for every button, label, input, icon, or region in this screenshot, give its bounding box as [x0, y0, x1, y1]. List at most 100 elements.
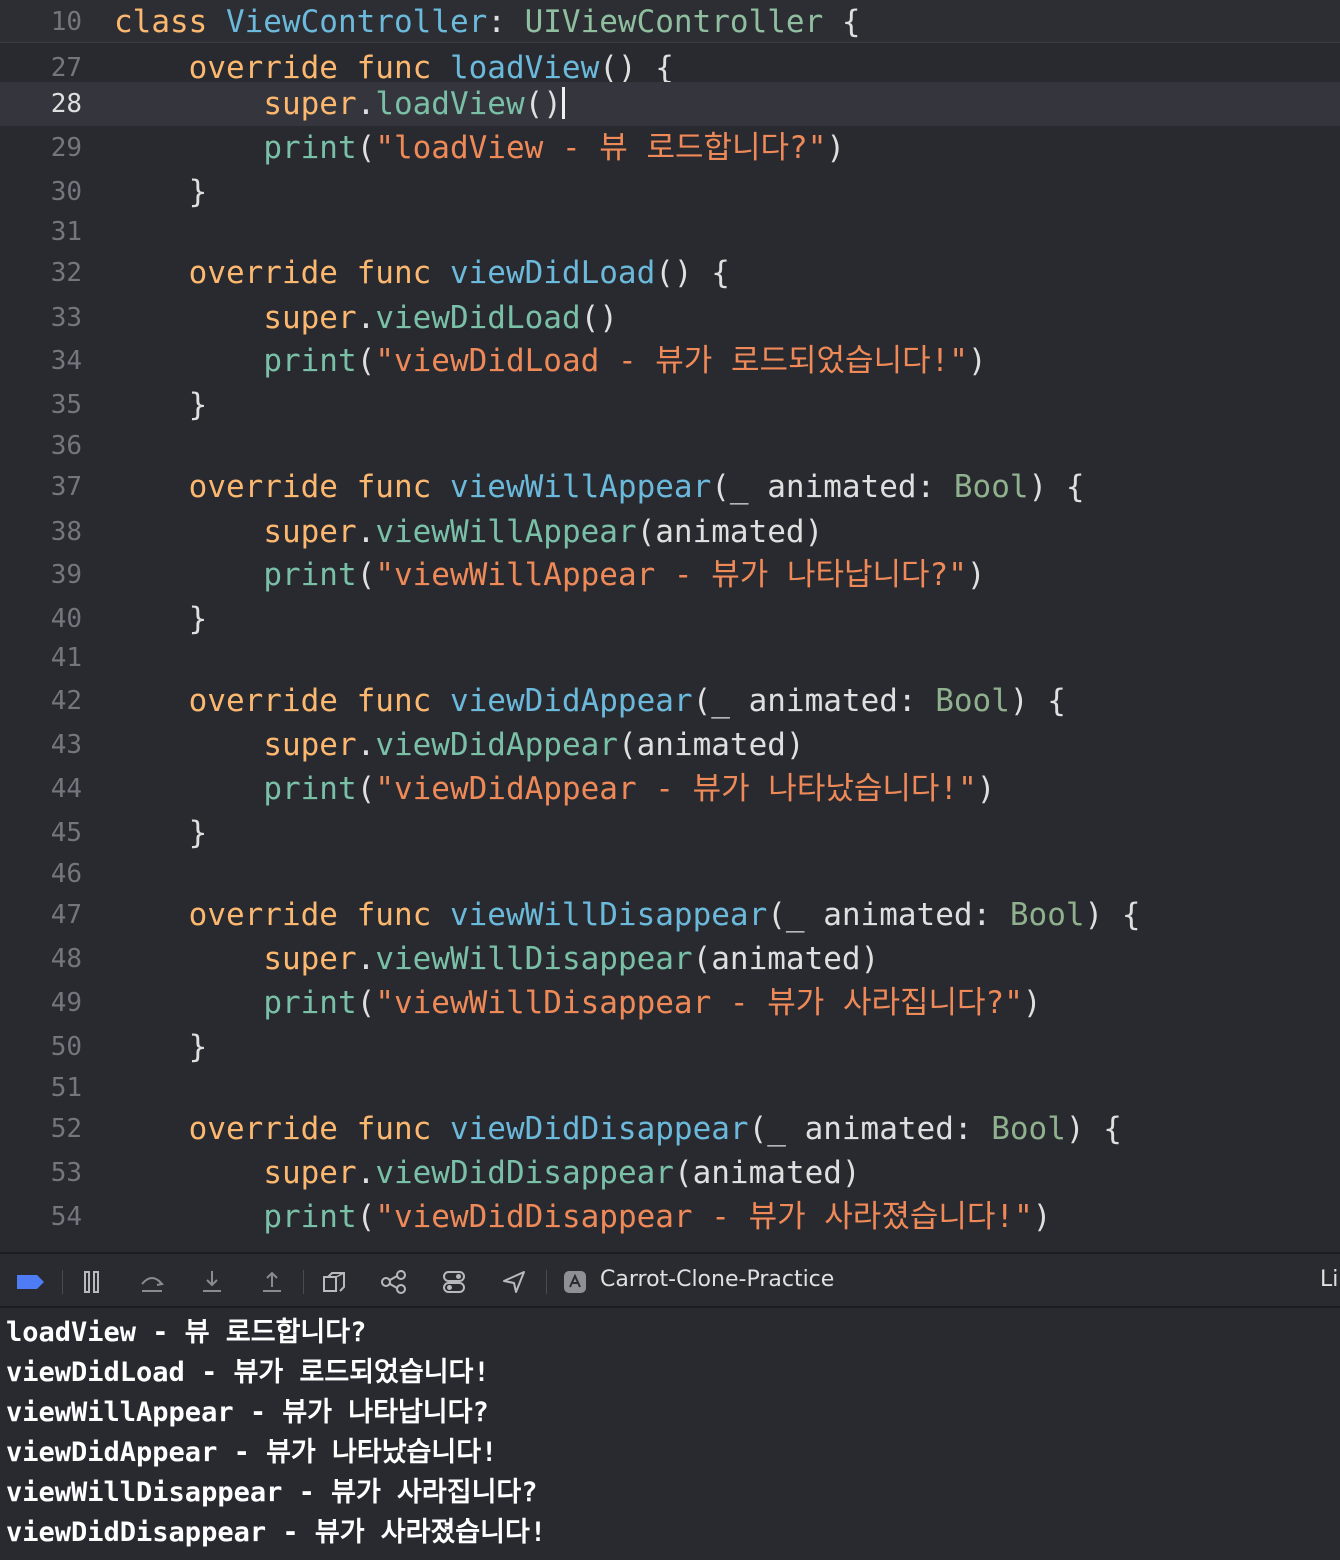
code-token: viewWillDisappear [449, 897, 768, 933]
code-line[interactable]: 44 print("viewDidAppear - 뷰가 나타났습니다!") [0, 767, 1340, 811]
code-editor[interactable]: 10 class ViewController: UIViewController… [0, 0, 1340, 1252]
code-token: "viewWillAppear - 뷰가 나타납니다?" [375, 557, 967, 593]
line-number[interactable]: 35 [0, 383, 82, 427]
text-cursor [561, 87, 565, 119]
code-token: super [263, 300, 357, 336]
code-line[interactable]: 36 [0, 424, 1340, 468]
environment-overrides-icon[interactable] [440, 1268, 468, 1296]
location-icon[interactable] [500, 1268, 528, 1296]
line-number[interactable]: 48 [0, 937, 82, 981]
line-number[interactable]: 10 [0, 0, 82, 44]
step-out-icon[interactable] [258, 1268, 286, 1296]
code-line[interactable]: 52 override func viewDidDisappear(_ anim… [0, 1107, 1340, 1151]
code-line[interactable]: 50 } [0, 1025, 1340, 1069]
code-token: super [263, 1155, 357, 1191]
breakpoint-toggle-icon[interactable] [14, 1268, 46, 1296]
step-into-icon[interactable] [198, 1268, 226, 1296]
line-number[interactable]: 38 [0, 510, 82, 554]
toolbar-separator [303, 1270, 304, 1294]
code-line[interactable]: 28 super.loadView() [0, 82, 1340, 126]
code-token: viewDidAppear [449, 683, 693, 719]
code-token: . [356, 300, 376, 336]
line-number[interactable]: 50 [0, 1025, 82, 1069]
code-line[interactable]: 30 } [0, 170, 1340, 214]
line-number[interactable]: 39 [0, 553, 82, 597]
code-text: super.viewDidAppear(animated) [114, 723, 804, 767]
code-token: super [263, 86, 357, 122]
line-number[interactable]: 32 [0, 251, 82, 295]
code-line[interactable]: 29 print("loadView - 뷰 로드합니다?") [0, 126, 1340, 170]
line-number[interactable]: 54 [0, 1195, 82, 1239]
debug-console[interactable]: loadView - 뷰 로드합니다? viewDidLoad - 뷰가 로드되었… [0, 1310, 1340, 1560]
code-token: viewWillDisappear [375, 941, 693, 977]
code-line[interactable]: 42 override func viewDidAppear(_ animate… [0, 679, 1340, 723]
line-number[interactable]: 31 [0, 210, 82, 254]
line-number[interactable]: 45 [0, 811, 82, 855]
code-token: ) { [1009, 683, 1066, 719]
code-line[interactable]: 35 } [0, 383, 1340, 427]
code-line[interactable]: 34 print("viewDidLoad - 뷰가 로드되었습니다!") [0, 339, 1340, 383]
line-number[interactable]: 37 [0, 465, 82, 509]
line-number[interactable]: 49 [0, 981, 82, 1025]
code-token: . [356, 514, 376, 550]
code-line[interactable]: 32 override func viewDidLoad() { [0, 251, 1340, 295]
code-token: (_ animated: [767, 897, 1010, 933]
code-line[interactable]: 37 override func viewWillAppear(_ animat… [0, 465, 1340, 509]
code-token: . [356, 86, 376, 122]
line-number[interactable]: 52 [0, 1107, 82, 1151]
code-token: viewDidDisappear [449, 1111, 749, 1147]
line-number[interactable]: 51 [0, 1066, 82, 1110]
code-line[interactable]: 49 print("viewWillDisappear - 뷰가 사라집니다?"… [0, 981, 1340, 1025]
code-token: Bool [991, 1111, 1066, 1147]
memory-graph-icon[interactable] [380, 1268, 408, 1296]
line-number[interactable]: 44 [0, 767, 82, 811]
code-line[interactable]: 45 } [0, 811, 1340, 855]
line-number[interactable]: 42 [0, 679, 82, 723]
line-number[interactable]: 34 [0, 339, 82, 383]
view-hierarchy-icon[interactable] [320, 1268, 348, 1296]
code-line[interactable]: 54 print("viewDidDisappear - 뷰가 사라졌습니다!"… [0, 1195, 1340, 1239]
code-line[interactable]: 41 [0, 636, 1340, 680]
line-number[interactable]: 40 [0, 597, 82, 641]
code-line[interactable]: 53 super.viewDidDisappear(animated) [0, 1151, 1340, 1195]
code-text: } [114, 383, 208, 427]
code-token: print [263, 130, 357, 166]
code-line[interactable]: 46 [0, 852, 1340, 896]
code-line[interactable]: 38 super.viewWillAppear(animated) [0, 510, 1340, 554]
toolbar-separator [62, 1270, 63, 1294]
code-line[interactable]: 48 super.viewWillDisappear(animated) [0, 937, 1340, 981]
pause-icon[interactable] [78, 1268, 106, 1296]
code-line[interactable]: 47 override func viewWillDisappear(_ ani… [0, 893, 1340, 937]
code-token: ) { [1028, 469, 1085, 505]
line-number[interactable]: 47 [0, 893, 82, 937]
line-number[interactable]: 36 [0, 424, 82, 468]
line-number[interactable]: 43 [0, 723, 82, 767]
code-token: (_ animated: [748, 1111, 992, 1147]
line-number[interactable]: 29 [0, 126, 82, 170]
line-number[interactable]: 46 [0, 852, 82, 896]
code-line[interactable]: 31 [0, 210, 1340, 254]
code-line[interactable]: 40 } [0, 597, 1340, 641]
target-name[interactable]: Carrot-Clone-Practice [600, 1267, 834, 1292]
code-line[interactable]: 51 [0, 1066, 1340, 1110]
code-line[interactable]: 39 print("viewWillAppear - 뷰가 나타납니다?") [0, 553, 1340, 597]
line-number[interactable]: 41 [0, 636, 82, 680]
code-token: Bool [953, 469, 1029, 505]
code-token: ( [356, 130, 376, 166]
code-line[interactable]: 33 super.viewDidLoad() [0, 296, 1340, 340]
code-token: ) [976, 771, 996, 807]
line-number[interactable]: 33 [0, 296, 82, 340]
step-over-icon[interactable] [138, 1268, 166, 1296]
code-line[interactable]: 43 super.viewDidAppear(animated) [0, 723, 1340, 767]
line-number[interactable]: 53 [0, 1151, 82, 1195]
code-token: super [263, 514, 357, 550]
line-number[interactable]: 28 [0, 82, 82, 126]
code-line[interactable]: 10 class ViewController: UIViewController… [0, 0, 1340, 43]
line-number[interactable]: 30 [0, 170, 82, 214]
console-output-line: loadView - 뷰 로드합니다? [6, 1317, 367, 1348]
